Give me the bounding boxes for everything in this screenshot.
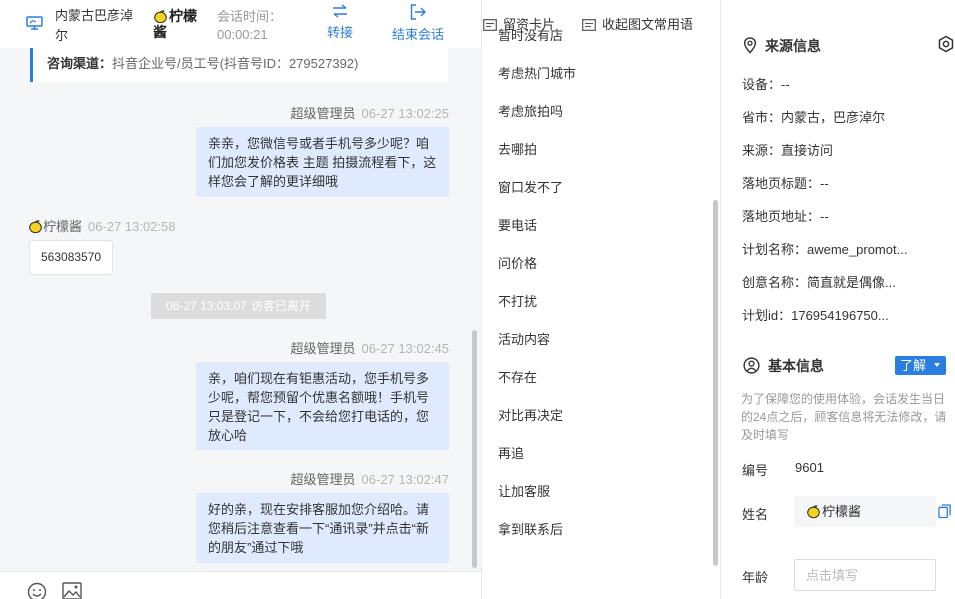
phrase-item[interactable]: 不存在 xyxy=(498,369,537,387)
agent-message-bubble: 好的亲，现在安排客服加您介绍哈。请您稍后注意查看一下“通讯录”并点击“新的朋友”… xyxy=(196,493,449,563)
visitor-message-bubble: 563083570 xyxy=(29,240,114,275)
basic-info-title-text: 基本信息 xyxy=(768,358,824,374)
learn-more-label: 了解 xyxy=(900,358,927,373)
id-value: 9601 xyxy=(795,460,824,475)
info-plan-name: 计划名称：aweme_promot... xyxy=(742,242,908,257)
consult-channel: 咨询渠道：抖音企业号/员工号(抖音号ID：279527392) xyxy=(30,48,448,82)
info-province-city: 省市：内蒙古，巴彦淖尔 xyxy=(742,110,886,125)
sender-name: 柠檬酱 xyxy=(43,219,83,234)
phrase-item[interactable]: 不打扰 xyxy=(498,293,537,311)
lemon-avatar-icon xyxy=(807,505,820,519)
info-device: 设备：-- xyxy=(742,77,790,92)
phrase-item[interactable]: 对比再决定 xyxy=(498,407,563,425)
phrase-item[interactable]: 再追 xyxy=(498,445,524,463)
basic-info-title: 基本信息 xyxy=(743,356,824,376)
collapse-phrases-button[interactable]: 收起图文常用语 xyxy=(582,14,693,33)
card-icon xyxy=(483,19,497,31)
id-label: 编号 xyxy=(742,463,769,478)
lead-card-button[interactable]: 留资卡片 xyxy=(483,14,555,33)
message-time: 06-27 13:02:58 xyxy=(88,219,176,234)
session-time-value: 00:00:21 xyxy=(217,27,268,42)
message-time: 06-27 13:02:45 xyxy=(361,341,449,356)
lemon-avatar-icon xyxy=(29,220,42,234)
message-box-icon xyxy=(582,19,596,31)
session-time-label: 会话时间： xyxy=(217,9,283,24)
name-field[interactable]: 柠檬酱 xyxy=(794,496,936,527)
user-circle-icon xyxy=(743,357,760,374)
message-time: 06-27 13:02:47 xyxy=(361,472,449,487)
emoji-icon[interactable] xyxy=(27,582,47,599)
customer-info-panel: 来源信息 设备：-- 省市：内蒙古，巴彦淖尔 来源：直接访问 落地页标题：-- … xyxy=(720,0,955,599)
lead-card-label: 留资卡片 xyxy=(503,17,556,32)
caret-down-icon xyxy=(934,363,940,367)
sender-name: 超级管理员 xyxy=(290,106,356,121)
phrase-item[interactable]: 活动内容 xyxy=(498,331,550,349)
message-meta: 超级管理员 06-27 13:02:25 xyxy=(291,103,449,122)
image-icon[interactable] xyxy=(62,582,82,599)
phrase-item[interactable]: 问价格 xyxy=(498,255,537,273)
phrase-item[interactable]: 要电话 xyxy=(498,217,537,235)
phrase-item[interactable]: 拿到联系后 xyxy=(498,521,563,539)
end-session-label: 结束会话 xyxy=(391,27,444,42)
message-meta: 超级管理员 06-27 13:02:45 xyxy=(291,338,449,357)
agent-message-bubble: 亲亲，您微信号或者手机号多少呢？咱们加您发价格表 主题 拍摄流程看下，这样您会了… xyxy=(196,127,449,197)
location-pin-icon xyxy=(743,37,757,54)
age-input[interactable] xyxy=(794,559,936,591)
info-plan-id: 计划id：176954196750... xyxy=(742,308,889,323)
name-label: 姓名 xyxy=(742,507,769,522)
edit-deadline-notice: 为了保障您的使用体验，会话发生当日的24点之后，顾客信息将无法修改，请及时填写 xyxy=(741,392,947,442)
monitor-icon xyxy=(26,16,43,30)
phrase-item[interactable]: 窗口发不了 xyxy=(498,179,563,197)
channel-label: 咨询渠道： xyxy=(47,56,113,71)
visitor-name: 柠檬酱 xyxy=(153,8,209,40)
source-info-title: 来源信息 xyxy=(743,36,821,56)
customer-service-window: 内蒙古巴彦淖尔 柠檬酱 会话时间： 00:00:21 转接 结束会话 咨询渠道：… xyxy=(0,0,955,599)
collapse-phrases-label: 收起图文常用语 xyxy=(602,17,694,32)
phrase-item-partial[interactable]: ▔▔▔ xyxy=(498,0,528,9)
chat-header: 内蒙古巴彦淖尔 柠檬酱 会话时间： 00:00:21 转接 结束会话 xyxy=(0,0,481,48)
logout-icon xyxy=(410,4,426,20)
info-creative-name: 创意名称：简直就是偶像... xyxy=(742,275,896,290)
lemon-avatar-icon xyxy=(154,10,167,24)
phrase-item[interactable]: 去哪拍 xyxy=(498,141,537,159)
chat-toolbar xyxy=(0,571,481,599)
end-session-button[interactable]: 结束会话 xyxy=(388,4,448,43)
sender-name: 超级管理员 xyxy=(290,472,356,487)
visitor-left-notice: 06-27 13:03:07 访客已离开 xyxy=(151,293,326,319)
message-meta: 柠檬酱 06-27 13:02:58 xyxy=(28,216,175,235)
system-text: 访客已离开 xyxy=(250,299,311,313)
learn-more-dropdown[interactable]: 了解 xyxy=(895,356,946,375)
info-landing-title: 落地页标题：-- xyxy=(742,176,829,191)
phrase-scrollbar[interactable] xyxy=(713,200,718,566)
copy-icon[interactable] xyxy=(938,504,951,519)
channel-value: 抖音企业号/员工号(抖音号ID：279527392) xyxy=(112,56,359,71)
chat-scrollbar[interactable] xyxy=(472,330,477,568)
quick-phrase-list: ▔▔▔ 暂时没有店 考虑热门城市 考虑旅拍吗 去哪拍 窗口发不了 要电话 问价格… xyxy=(481,0,720,599)
age-label: 年龄 xyxy=(742,570,769,585)
chat-panel: 内蒙古巴彦淖尔 柠檬酱 会话时间： 00:00:21 转接 结束会话 咨询渠道：… xyxy=(0,0,481,599)
phrase-item[interactable]: 考虑热门城市 xyxy=(498,65,576,83)
transfer-button[interactable]: 转接 xyxy=(324,4,356,41)
transfer-label: 转接 xyxy=(326,25,353,40)
message-meta: 超级管理员 06-27 13:02:47 xyxy=(291,469,449,488)
info-landing-url: 落地页地址：-- xyxy=(742,209,829,224)
system-time: 06-27 13:03:07 xyxy=(166,299,247,313)
phrase-item[interactable]: 考虑旅拍吗 xyxy=(498,103,563,121)
source-info-title-text: 来源信息 xyxy=(765,38,821,54)
phrase-item[interactable]: 让加客服 xyxy=(498,483,550,501)
visitor-location: 内蒙古巴彦淖尔 xyxy=(55,8,134,43)
info-source: 来源：直接访问 xyxy=(742,143,834,158)
name-value: 柠檬酱 xyxy=(822,504,862,519)
sender-name: 超级管理员 xyxy=(290,341,356,356)
settings-icon[interactable] xyxy=(937,35,955,53)
transfer-icon xyxy=(333,4,347,18)
message-time: 06-27 13:02:25 xyxy=(361,106,449,121)
agent-message-bubble: 亲，咱们现在有钜惠活动，您手机号多少呢，帮您预留个优惠名额哦！手机号只是登记一下… xyxy=(196,362,449,450)
